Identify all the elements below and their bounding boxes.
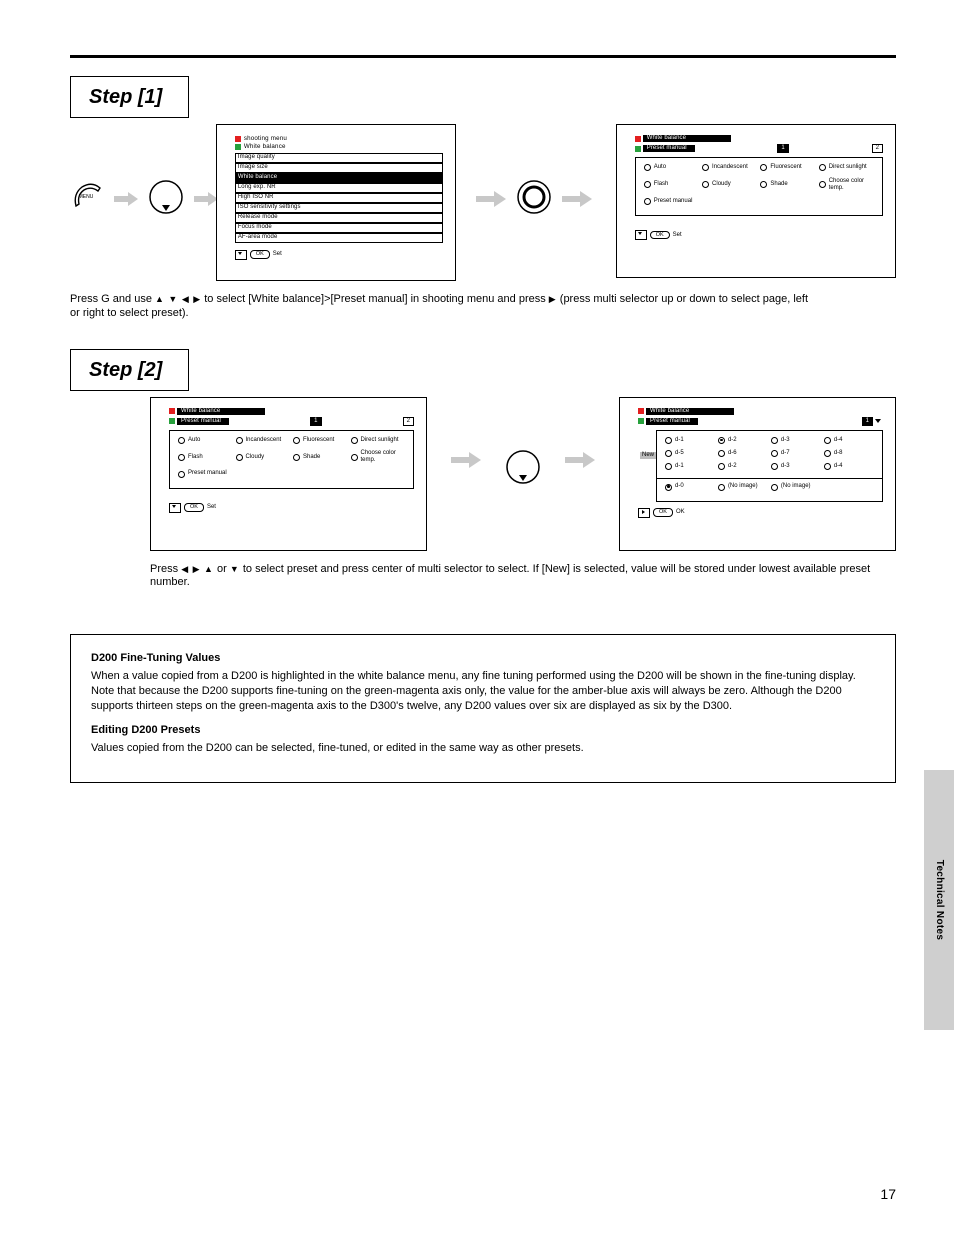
preset-cell[interactable] (824, 483, 874, 490)
wb-option[interactable]: Fluorescent (293, 437, 347, 444)
step1-icons: MENU (70, 124, 212, 219)
wb-option[interactable]: Direct sunlight (351, 437, 405, 444)
preset-cell[interactable]: d-6 (718, 450, 768, 457)
arrow-icon (114, 192, 138, 206)
sel-title: White balance (646, 408, 734, 415)
sel-title: White balance (643, 135, 731, 142)
svg-text:MENU: MENU (79, 194, 94, 200)
preset-cell[interactable]: d-1 (665, 463, 715, 470)
menu-item[interactable]: ISO sensitivity settings (235, 203, 443, 213)
sel-title: White balance (177, 408, 265, 415)
chip-set: Set (673, 232, 682, 239)
chip-set: Set (207, 504, 216, 511)
step1-row: MENU shooting menu White balance Image q… (70, 124, 896, 281)
preset-cell[interactable]: d-2 (718, 437, 768, 444)
wb-option[interactable]: Cloudy (236, 450, 290, 464)
sel-sub: Preset manual (646, 418, 698, 425)
menu-item[interactable]: Long exp. NR (235, 183, 443, 193)
shooting-menu-screen: shooting menu White balance Image qualit… (216, 124, 456, 281)
wb-option[interactable]: Incandescent (702, 164, 757, 171)
wb-option[interactable]: Shade (760, 178, 815, 192)
wb-option[interactable]: Auto (644, 164, 699, 171)
arrow-icon (451, 452, 481, 468)
wb-option[interactable]: Fluorescent (760, 164, 815, 171)
dpad-down-icon (148, 179, 184, 219)
wb-select-screen: White balance Preset manual 1 2 Auto Inc… (150, 397, 427, 551)
sel-sub: Preset manual (643, 145, 695, 152)
preset-cell[interactable]: d-0 (665, 483, 715, 490)
menu-item[interactable]: Release mode (235, 213, 443, 223)
preset-cell[interactable]: d-2 (718, 463, 768, 470)
preset-cell[interactable]: d-8 (824, 450, 874, 457)
preset-cell[interactable]: d-5 (665, 450, 715, 457)
page-2[interactable]: 2 (403, 417, 414, 426)
step2-caption: Press ◀ ▶ ▲ or ▼ to select preset and pr… (150, 563, 890, 591)
wb-option[interactable]: Flash (178, 450, 232, 464)
menu-button-icon: MENU (70, 180, 104, 218)
chip-set: OKSet (235, 250, 282, 260)
preset-cell[interactable]: d-3 (771, 437, 821, 444)
arrow-icon (562, 191, 592, 207)
menu-sub: White balance (244, 143, 286, 150)
page-number: 17 (880, 1186, 896, 1203)
notes-box: D200 Fine-Tuning Values When a value cop… (70, 634, 896, 783)
step1-caption: Press G and use ▲ ▼ ◀ ▶ to select [White… (70, 293, 810, 321)
wb-option[interactable]: Cloudy (702, 178, 757, 192)
arrow-glyphs: ◀ ▶ ▲ (181, 564, 214, 574)
menu-title: shooting menu (244, 135, 287, 142)
wb-option[interactable]: Preset manual (644, 198, 718, 205)
preset-cell[interactable]: d-1 (665, 437, 715, 444)
chevron-down-icon (875, 419, 881, 423)
wb-option[interactable]: Shade (293, 450, 347, 464)
menu-item[interactable]: White balance (235, 173, 443, 183)
preset-cell[interactable]: d-3 (771, 463, 821, 470)
notes-p1: When a value copied from a D200 is highl… (91, 669, 875, 714)
arrow-icon (476, 191, 506, 207)
page-1[interactable]: 1 (777, 144, 788, 153)
step1-box: Step [1] (70, 76, 189, 118)
arrow-icon (194, 192, 218, 206)
wb-option[interactable]: Direct sunlight (819, 164, 874, 171)
wb-option[interactable]: Auto (178, 437, 232, 444)
wb-option[interactable]: Choose color temp. (819, 178, 874, 192)
step2-box: Step [2] (70, 349, 189, 391)
dpad-down-icon (505, 397, 541, 489)
page-2[interactable]: 2 (872, 144, 883, 153)
page-1[interactable]: 1 (310, 417, 321, 426)
notes-h1: D200 Fine-Tuning Values (91, 651, 875, 666)
wb-option[interactable]: Incandescent (236, 437, 290, 444)
menu-item[interactable]: Image size (235, 163, 443, 173)
chip-ok: OK (676, 509, 685, 516)
menu-item[interactable]: High ISO NR (235, 193, 443, 203)
side-tab: Technical Notes (924, 770, 954, 1030)
menu-item[interactable]: Focus mode (235, 223, 443, 233)
wb-option[interactable]: Choose color temp. (351, 450, 405, 464)
menu-item[interactable]: Image quality (235, 153, 443, 163)
preset-cell[interactable]: (No image) (718, 483, 768, 490)
notes-h2: Editing D200 Presets (91, 723, 875, 738)
arrow-icon (565, 452, 595, 468)
preset-cell[interactable]: (No image) (771, 483, 821, 490)
notes-p2: Values copied from the D200 can be selec… (91, 741, 875, 756)
wb-option[interactable]: Flash (644, 178, 699, 192)
preset-grid-screen: White balance Preset manual 1 New d-1 d-… (619, 397, 896, 551)
ok-ring-icon (516, 179, 552, 219)
sel-sub: Preset manual (177, 418, 229, 425)
preset-cell[interactable]: d-7 (771, 450, 821, 457)
menu-item[interactable]: AF-area mode (235, 233, 443, 243)
preset-cell[interactable]: d-4 (824, 463, 874, 470)
page-sel[interactable]: 1 (862, 417, 873, 426)
wb-option[interactable]: Preset manual (178, 470, 251, 477)
top-rule (70, 55, 896, 58)
wb-select-screen: White balance Preset manual 1 2 Auto Inc… (616, 124, 896, 278)
preset-cell[interactable]: d-4 (824, 437, 874, 444)
arrow-glyphs: ▲ ▼ ◀ ▶ (155, 294, 201, 304)
new-label[interactable]: New (640, 452, 656, 459)
step2-row: White balance Preset manual 1 2 Auto Inc… (150, 397, 896, 551)
